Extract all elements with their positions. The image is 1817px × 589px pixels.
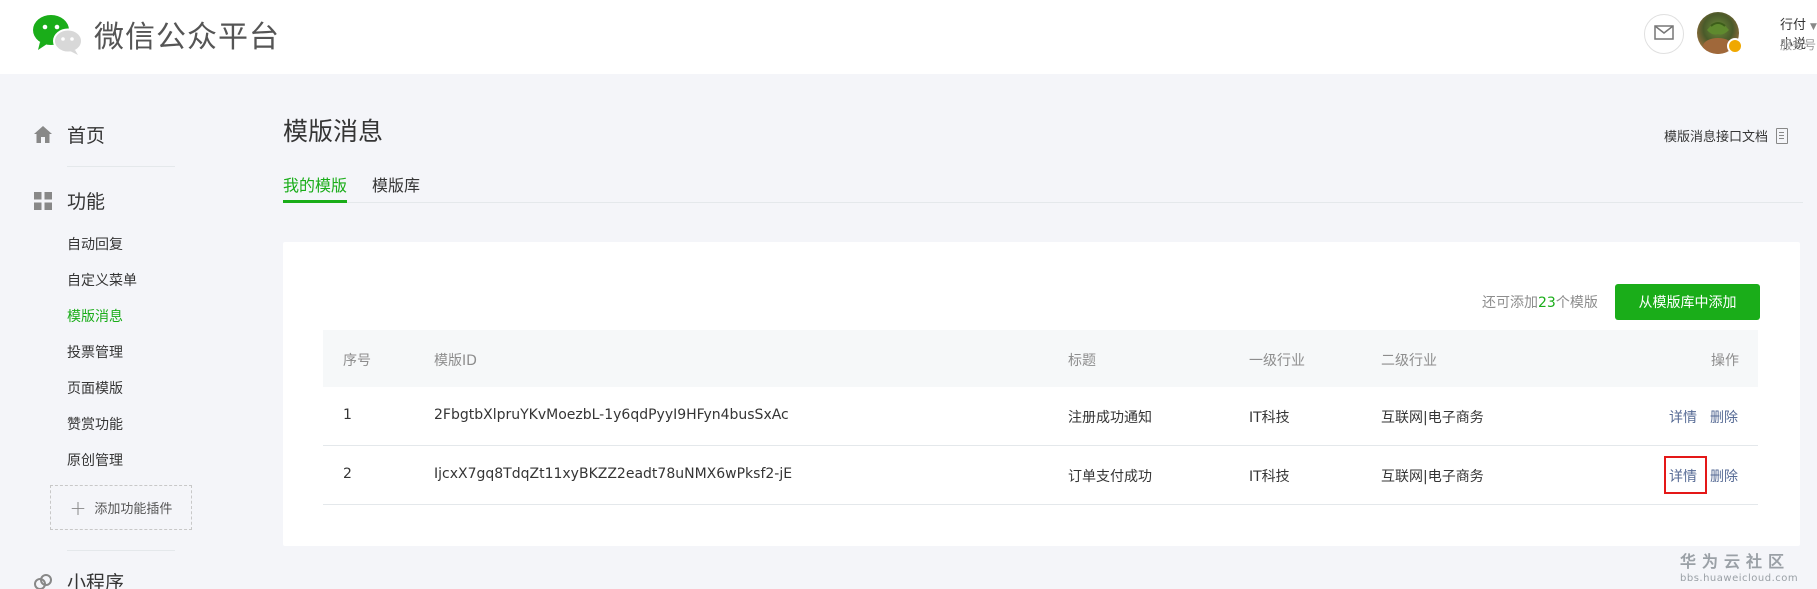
- table-row: 1 2FbgtbXlpruYKvMoezbL-1y6qdPyyI9HFyn4bu…: [323, 387, 1758, 446]
- sidebar-item-custom-menu[interactable]: 自定义菜单: [67, 270, 137, 290]
- row-title: 订单支付成功: [1068, 469, 1152, 485]
- add-plugin-label: 添加功能插件: [94, 502, 173, 517]
- sidebar-item-features[interactable]: 功能: [33, 187, 105, 214]
- wechat-logo-icon: [32, 12, 84, 56]
- chevron-down-icon[interactable]: ▼: [1810, 22, 1817, 32]
- app-title: 微信公众平台: [94, 20, 280, 55]
- top-header: 微信公众平台 行付小说 服务号 ▼: [0, 0, 1817, 74]
- template-doc-link[interactable]: 模版消息接口文档: [1664, 126, 1789, 145]
- home-icon: [33, 125, 53, 145]
- col-industry-2: 二级行业: [1381, 353, 1437, 369]
- add-plugin-button[interactable]: + 添加功能插件: [50, 485, 192, 530]
- grid-icon: [33, 191, 53, 211]
- mail-button[interactable]: [1644, 14, 1684, 54]
- row-title: 注册成功通知: [1068, 410, 1152, 426]
- page-title: 模版消息: [283, 117, 384, 146]
- logo[interactable]: 微信公众平台: [32, 12, 280, 56]
- row-template-id: IjcxX7gq8TdqZt11xyBKZZ2eadt78uNMX6wPksf2…: [434, 466, 793, 482]
- row-industry-1: IT科技: [1249, 410, 1290, 426]
- row-industry-2: 互联网|电子商务: [1381, 410, 1484, 426]
- verified-badge-icon: [1727, 38, 1743, 54]
- watermark: 华为云社区 bbs.huaweicloud.com: [1680, 548, 1817, 584]
- col-actions: 操作: [1711, 353, 1739, 369]
- sidebar-item-reward[interactable]: 赞赏功能: [67, 414, 123, 434]
- tab-template-library[interactable]: 模版库: [372, 170, 420, 203]
- detail-link[interactable]: 详情: [1669, 407, 1697, 427]
- delete-link[interactable]: 删除: [1710, 466, 1738, 486]
- sidebar-item-mini-program[interactable]: 小程序: [33, 568, 124, 589]
- table-header: 序号 模版ID 标题 一级行业 二级行业 操作: [323, 330, 1758, 387]
- tab-my-templates[interactable]: 我的模版: [283, 170, 348, 203]
- row-index: 2: [343, 466, 352, 482]
- document-icon: [1776, 127, 1789, 144]
- col-industry-1: 一级行业: [1249, 353, 1305, 369]
- template-tabs: 我的模版 模版库: [283, 170, 1803, 203]
- sidebar-features-label: 功能: [67, 191, 106, 213]
- sidebar-home-label: 首页: [67, 125, 106, 147]
- sidebar-item-vote-manage[interactable]: 投票管理: [67, 342, 123, 362]
- sidebar-item-page-template[interactable]: 页面模版: [67, 378, 123, 398]
- row-industry-1: IT科技: [1249, 469, 1290, 485]
- sidebar-item-auto-reply[interactable]: 自动回复: [67, 234, 123, 254]
- add-from-library-button[interactable]: 从模版库中添加: [1615, 284, 1760, 320]
- row-industry-2: 互联网|电子商务: [1381, 469, 1484, 485]
- quota-count: 23: [1538, 295, 1556, 311]
- col-title: 标题: [1068, 353, 1096, 369]
- highlight-box: [1664, 456, 1707, 494]
- account-type: 服务号: [1780, 38, 1817, 52]
- watermark-title: 华为云社区: [1680, 552, 1791, 571]
- sidebar-divider: [67, 550, 175, 551]
- mini-program-icon: [33, 572, 53, 589]
- doc-link-label: 模版消息接口文档: [1664, 130, 1769, 145]
- quota-suffix: 个模版: [1555, 295, 1598, 311]
- mail-icon: [1654, 24, 1674, 44]
- quota-prefix: 还可添加: [1482, 295, 1538, 311]
- sidebar-item-original-manage[interactable]: 原创管理: [67, 450, 123, 470]
- delete-link[interactable]: 删除: [1710, 407, 1738, 427]
- sidebar-item-home[interactable]: 首页: [33, 121, 105, 148]
- col-template-id: 模版ID: [434, 353, 477, 369]
- sidebar-divider: [67, 166, 175, 167]
- quota-text: 还可添加23个模版: [1482, 292, 1598, 312]
- sidebar-item-template-message[interactable]: 模版消息: [67, 306, 123, 326]
- row-index: 1: [343, 407, 352, 423]
- col-index: 序号: [343, 353, 371, 369]
- sidebar-mini-program-label: 小程序: [67, 572, 125, 589]
- watermark-url: bbs.huaweicloud.com: [1680, 573, 1799, 584]
- plus-icon: +: [69, 495, 87, 520]
- table-row: 2 IjcxX7gq8TdqZt11xyBKZZ2eadt78uNMX6wPks…: [323, 446, 1758, 505]
- row-template-id: 2FbgtbXlpruYKvMoezbL-1y6qdPyyI9HFyn4busS…: [434, 407, 789, 423]
